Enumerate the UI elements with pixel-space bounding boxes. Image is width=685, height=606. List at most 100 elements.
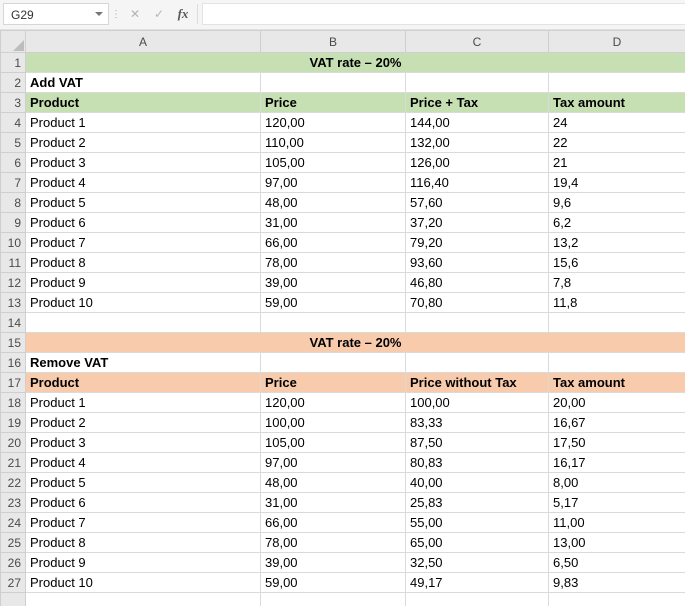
cell[interactable]: 87,50 (406, 433, 549, 453)
cell[interactable]: 19,4 (549, 173, 685, 193)
cell[interactable]: 59,00 (261, 573, 406, 593)
row-header-19[interactable]: 19 (1, 413, 26, 433)
cell[interactable]: 13,2 (549, 233, 685, 253)
row-header-22[interactable]: 22 (1, 473, 26, 493)
cell[interactable]: 100,00 (261, 413, 406, 433)
cell[interactable]: 22 (549, 133, 685, 153)
cell[interactable]: 97,00 (261, 173, 406, 193)
row-header-25[interactable]: 25 (1, 533, 26, 553)
table-header-cell[interactable]: Price (261, 373, 406, 393)
row-header-27[interactable]: 27 (1, 573, 26, 593)
cell[interactable]: 16,17 (549, 453, 685, 473)
vat-rate-banner-cell[interactable]: VAT rate – 20% (26, 53, 685, 73)
insert-function-button[interactable]: fx (171, 3, 195, 25)
table-header-cell[interactable]: Price + Tax (406, 93, 549, 113)
cell[interactable]: 66,00 (261, 233, 406, 253)
cell[interactable] (549, 593, 685, 606)
cell[interactable] (406, 73, 549, 93)
row-header-8[interactable]: 8 (1, 193, 26, 213)
row-header-10[interactable]: 10 (1, 233, 26, 253)
cell[interactable]: 49,17 (406, 573, 549, 593)
cell[interactable]: 78,00 (261, 533, 406, 553)
row-header-17[interactable]: 17 (1, 373, 26, 393)
row-header-15[interactable]: 15 (1, 333, 26, 353)
cell[interactable]: Product 7 (26, 233, 261, 253)
cell[interactable]: 8,00 (549, 473, 685, 493)
table-header-cell[interactable]: Tax amount (549, 93, 685, 113)
cell[interactable]: 126,00 (406, 153, 549, 173)
cell[interactable] (26, 593, 261, 606)
cell[interactable]: 83,33 (406, 413, 549, 433)
row-header-9[interactable]: 9 (1, 213, 26, 233)
cell[interactable]: 59,00 (261, 293, 406, 313)
cell[interactable]: Product 1 (26, 393, 261, 413)
cell[interactable]: 6,50 (549, 553, 685, 573)
cell[interactable]: 9,6 (549, 193, 685, 213)
cell[interactable]: 116,40 (406, 173, 549, 193)
table-header-cell[interactable]: Price without Tax (406, 373, 549, 393)
cell[interactable]: 120,00 (261, 113, 406, 133)
cell[interactable]: 93,60 (406, 253, 549, 273)
cell[interactable]: 110,00 (261, 133, 406, 153)
cell[interactable] (549, 313, 685, 333)
column-header-a[interactable]: A (26, 31, 261, 53)
row-header-23[interactable]: 23 (1, 493, 26, 513)
cell[interactable]: 97,00 (261, 453, 406, 473)
cell[interactable]: Product 6 (26, 213, 261, 233)
cell[interactable]: 11,00 (549, 513, 685, 533)
select-all-button[interactable] (1, 31, 26, 53)
cell[interactable]: 37,20 (406, 213, 549, 233)
row-header-21[interactable]: 21 (1, 453, 26, 473)
row-header-14[interactable]: 14 (1, 313, 26, 333)
cell[interactable]: 78,00 (261, 253, 406, 273)
enter-button[interactable]: ✓ (147, 3, 171, 25)
cell[interactable]: 5,17 (549, 493, 685, 513)
row-header-11[interactable]: 11 (1, 253, 26, 273)
cell[interactable]: Product 6 (26, 493, 261, 513)
cell[interactable]: 48,00 (261, 193, 406, 213)
cell[interactable]: 31,00 (261, 493, 406, 513)
cell[interactable]: 11,8 (549, 293, 685, 313)
cell[interactable]: Product 4 (26, 173, 261, 193)
cell[interactable] (406, 593, 549, 606)
cell[interactable]: 17,50 (549, 433, 685, 453)
cell[interactable] (406, 313, 549, 333)
cell[interactable]: 6,2 (549, 213, 685, 233)
cell[interactable] (261, 73, 406, 93)
cell[interactable]: 132,00 (406, 133, 549, 153)
cell[interactable]: 15,6 (549, 253, 685, 273)
cell[interactable]: Product 3 (26, 153, 261, 173)
cell[interactable]: 24 (549, 113, 685, 133)
cell[interactable]: 120,00 (261, 393, 406, 413)
section-title-cell[interactable]: Remove VAT (26, 353, 261, 373)
cell[interactable]: 80,83 (406, 453, 549, 473)
cell[interactable]: Product 2 (26, 133, 261, 153)
row-header-6[interactable]: 6 (1, 153, 26, 173)
cell[interactable]: 40,00 (406, 473, 549, 493)
cell[interactable] (26, 313, 261, 333)
table-header-cell[interactable]: Tax amount (549, 373, 685, 393)
cell[interactable]: 16,67 (549, 413, 685, 433)
cell[interactable]: 39,00 (261, 273, 406, 293)
column-header-c[interactable]: C (406, 31, 549, 53)
cell[interactable]: Product 8 (26, 253, 261, 273)
cell[interactable]: Product 2 (26, 413, 261, 433)
cell[interactable]: 100,00 (406, 393, 549, 413)
cell[interactable]: 144,00 (406, 113, 549, 133)
cell[interactable]: Product 4 (26, 453, 261, 473)
cell[interactable]: Product 5 (26, 473, 261, 493)
cell[interactable]: 21 (549, 153, 685, 173)
column-header-b[interactable]: B (261, 31, 406, 53)
cancel-button[interactable]: ✕ (123, 3, 147, 25)
vat-rate-banner-cell[interactable]: VAT rate – 20% (26, 333, 685, 353)
row-header-18[interactable]: 18 (1, 393, 26, 413)
name-box[interactable]: G29 (3, 3, 109, 25)
cell[interactable]: 20,00 (549, 393, 685, 413)
column-header-d[interactable]: D (549, 31, 685, 53)
row-header-16[interactable]: 16 (1, 353, 26, 373)
row-header-24[interactable]: 24 (1, 513, 26, 533)
name-box-value[interactable]: G29 (4, 4, 90, 24)
row-header-26[interactable]: 26 (1, 553, 26, 573)
row-header-7[interactable]: 7 (1, 173, 26, 193)
cell[interactable]: 105,00 (261, 433, 406, 453)
